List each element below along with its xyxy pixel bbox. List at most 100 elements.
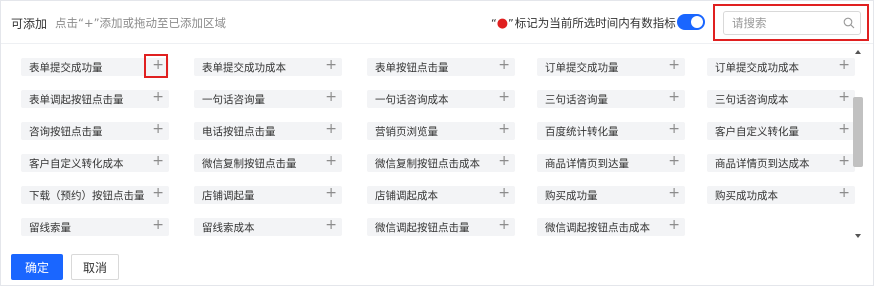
metric-chip-label: 三句话咨询成本 xyxy=(715,94,789,106)
metric-chip-label: 购买成功量 xyxy=(545,190,598,202)
metric-chip[interactable]: 下载（预约）按钮点击量 + xyxy=(21,185,169,204)
metric-chip[interactable]: 电话按钮点击量 + xyxy=(194,121,342,140)
metric-chip[interactable]: 表单调起按钮点击量 + xyxy=(21,89,169,108)
metric-chip-label: 一句话咨询成本 xyxy=(375,94,449,106)
add-metric-icon[interactable]: + xyxy=(668,57,680,73)
metric-chip[interactable]: 店铺调起成本 + xyxy=(367,185,515,204)
add-metric-icon[interactable]: + xyxy=(498,121,510,137)
add-metric-icon[interactable]: + xyxy=(838,121,850,137)
add-metric-icon[interactable]: + xyxy=(152,185,164,201)
metric-chip[interactable]: 商品详情页到达量 + xyxy=(537,153,685,172)
metric-chip-label: 订单提交成功量 xyxy=(545,62,619,74)
add-metric-icon[interactable]: + xyxy=(498,57,510,73)
add-metric-icon[interactable]: + xyxy=(152,153,164,169)
section-title: 可添加 xyxy=(11,17,48,31)
metric-chip[interactable]: 三句话咨询量 + xyxy=(537,89,685,108)
add-metric-icon[interactable]: + xyxy=(838,153,850,169)
metric-chip-label: 店铺调起成本 xyxy=(375,190,438,202)
add-metric-icon[interactable]: + xyxy=(152,217,164,233)
metric-chip-label: 商品详情页到达成本 xyxy=(715,158,810,170)
add-metric-icon[interactable]: + xyxy=(498,89,510,105)
add-metric-icon[interactable]: + xyxy=(325,217,337,233)
metric-chip[interactable]: 微信调起按钮点击量 + xyxy=(367,217,515,236)
metric-chip-label: 客户自定义转化量 xyxy=(715,126,799,138)
metric-chip-label: 留线索成本 xyxy=(202,222,255,234)
data-mark-toggle[interactable] xyxy=(677,14,705,30)
metric-chip-label: 三句话咨询量 xyxy=(545,94,608,106)
metric-chip-label: 表单提交成功量 xyxy=(29,62,103,74)
search-input[interactable] xyxy=(732,15,842,31)
metric-chip-label: 表单调起按钮点击量 xyxy=(29,94,124,106)
scroll-down-icon[interactable] xyxy=(853,231,863,241)
metric-chip[interactable]: 留线索成本 + xyxy=(194,217,342,236)
metric-chip[interactable]: 表单按钮点击量 + xyxy=(367,57,515,76)
toggle-knob xyxy=(691,16,703,28)
metric-chip-label: 购买成功成本 xyxy=(715,190,778,202)
metric-chip[interactable]: 表单提交成功成本 + xyxy=(194,57,342,76)
red-dot-mark: “●” xyxy=(491,15,514,31)
data-mark-toggle-group: “●” 标记为当前所选时间内有数指标 xyxy=(491,13,705,33)
add-metric-icon[interactable]: + xyxy=(668,217,680,233)
metric-chip-label: 一句话咨询量 xyxy=(202,94,265,106)
metric-chip[interactable]: 订单提交成功量 + xyxy=(537,57,685,76)
metric-chip-label: 百度统计转化量 xyxy=(545,126,619,138)
add-metric-icon[interactable]: + xyxy=(325,153,337,169)
scroll-up-icon[interactable] xyxy=(853,47,863,57)
metric-chip[interactable]: 商品详情页到达成本 + xyxy=(707,153,855,172)
search-box xyxy=(723,11,861,35)
add-metric-icon[interactable]: + xyxy=(498,153,510,169)
metric-chip[interactable]: 微信复制按钮点击量 + xyxy=(194,153,342,172)
add-metrics-panel: 可添加 点击“+”添加或拖动至已添加区域 “●” 标记为当前所选时间内有数指标 … xyxy=(0,0,874,286)
metric-chip[interactable]: 百度统计转化量 + xyxy=(537,121,685,140)
red-dot-icon: ● xyxy=(496,15,509,31)
add-metric-icon[interactable]: + xyxy=(668,185,680,201)
metric-chip[interactable]: 店铺调起量 + xyxy=(194,185,342,204)
toggle-label: 标记为当前所选时间内有数指标 xyxy=(514,16,676,30)
metric-chip[interactable]: 一句话咨询量 + xyxy=(194,89,342,108)
add-metric-icon[interactable]: + xyxy=(668,121,680,137)
metric-chip-label: 微信调起按钮点击量 xyxy=(375,222,470,234)
add-metric-icon[interactable]: + xyxy=(838,185,850,201)
add-metric-icon[interactable]: + xyxy=(152,89,164,105)
add-metric-icon[interactable]: + xyxy=(325,57,337,73)
add-metric-icon[interactable]: + xyxy=(668,89,680,105)
metric-chip[interactable]: 客户自定义转化成本 + xyxy=(21,153,169,172)
confirm-button[interactable]: 确定 xyxy=(11,254,63,280)
metric-chip[interactable]: 营销页浏览量 + xyxy=(367,121,515,140)
metric-chip[interactable]: 留线索量 + xyxy=(21,217,169,236)
add-metric-icon[interactable]: + xyxy=(152,121,164,137)
add-metric-icon[interactable]: + xyxy=(325,89,337,105)
metric-chip[interactable]: 微信调起按钮点击成本 + xyxy=(537,217,685,236)
metric-chip-label: 表单提交成功成本 xyxy=(202,62,286,74)
cancel-button[interactable]: 取消 xyxy=(71,254,119,280)
metric-chip[interactable]: 一句话咨询成本 + xyxy=(367,89,515,108)
metric-chip-label: 表单按钮点击量 xyxy=(375,62,449,74)
metric-chip-label: 咨询按钮点击量 xyxy=(29,126,103,138)
scroll-thumb[interactable] xyxy=(853,97,863,167)
metric-chip-label: 微信复制按钮点击量 xyxy=(202,158,297,170)
add-metric-icon[interactable]: + xyxy=(668,153,680,169)
metric-chip-label: 店铺调起量 xyxy=(202,190,255,202)
metric-chip[interactable]: 订单提交成功成本 + xyxy=(707,57,855,76)
metric-chip[interactable]: 咨询按钮点击量 + xyxy=(21,121,169,140)
add-metric-icon[interactable]: + xyxy=(325,185,337,201)
metric-chip[interactable]: 购买成功成本 + xyxy=(707,185,855,204)
metric-chip[interactable]: 三句话咨询成本 + xyxy=(707,89,855,108)
add-metric-icon[interactable]: + xyxy=(838,57,850,73)
add-metric-icon[interactable]: + xyxy=(838,89,850,105)
add-metric-icon[interactable]: + xyxy=(498,185,510,201)
search-icon[interactable] xyxy=(843,17,855,29)
plus-highlight-box xyxy=(144,54,168,78)
add-metric-icon[interactable]: + xyxy=(325,121,337,137)
metric-chip-label: 营销页浏览量 xyxy=(375,126,438,138)
metric-chip[interactable]: 微信复制按钮点击成本 + xyxy=(367,153,515,172)
metric-chip[interactable]: 购买成功量 + xyxy=(537,185,685,204)
metric-chip-label: 下载（预约）按钮点击量 xyxy=(29,190,145,202)
metric-chip[interactable]: 客户自定义转化量 + xyxy=(707,121,855,140)
section-hint: 点击“+”添加或拖动至已添加区域 xyxy=(55,16,227,30)
metric-chip-label: 客户自定义转化成本 xyxy=(29,158,124,170)
metric-chip-label: 订单提交成功成本 xyxy=(715,62,799,74)
add-metric-icon[interactable]: + xyxy=(498,217,510,233)
metric-chip-label: 商品详情页到达量 xyxy=(545,158,629,170)
scrollbar[interactable] xyxy=(851,47,865,241)
